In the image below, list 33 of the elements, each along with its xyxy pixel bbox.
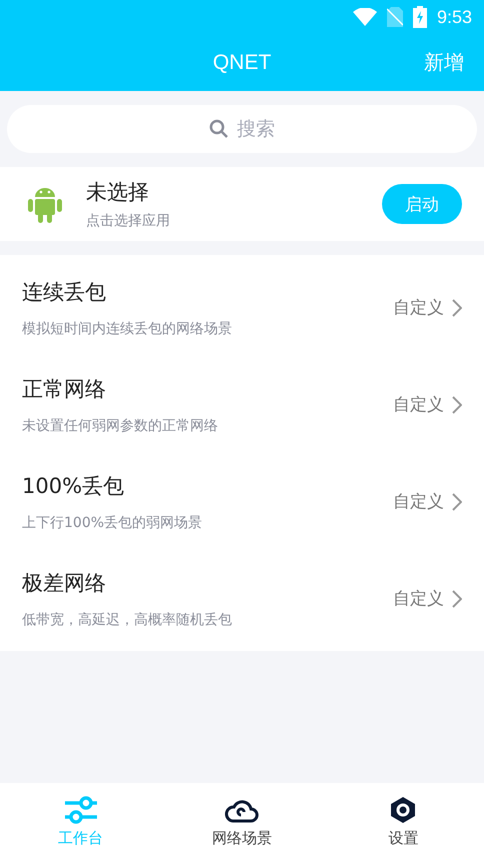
custom-label: 自定义 [393,491,444,513]
battery-charging-icon [412,6,427,28]
search-icon [209,119,229,139]
custom-label: 自定义 [393,588,444,610]
nav-tab[interactable]: 网络场景 [161,783,323,860]
scene-title: 极差网络 [22,570,107,596]
scene-row[interactable]: 100%丢包 上下行100%丢包的弱网场景 自定义 [0,453,484,550]
wifi-icon [352,8,377,26]
custom-label: 自定义 [393,394,444,416]
scene-title: 100%丢包 [22,472,126,500]
chevron-right-icon [452,492,462,510]
scene-row[interactable]: 极差网络 低带宽，高延迟，高概率随机丢包 自定义 [0,550,484,647]
android-icon [28,185,62,223]
scene-title: 正常网络 [22,376,107,402]
scene-row[interactable]: 正常网络 未设置任何弱网参数的正常网络 自定义 [0,356,484,453]
search-placeholder: 搜索 [237,117,275,142]
sliders-icon [64,795,98,825]
status-time: 9:53 [436,6,472,28]
chevron-right-icon [452,298,462,316]
scene-description: 未设置任何弱网参数的正常网络 [22,416,219,434]
scene-row[interactable]: 连续丢包 模拟短时间内连续丢包的网络场景 自定义 [0,259,484,356]
app-hint: 点击选择应用 [86,212,171,230]
scene-description: 模拟短时间内连续丢包的网络场景 [22,320,233,338]
app-title: QNET [212,50,272,74]
scene-title: 连续丢包 [22,278,107,306]
app-name: 未选择 [86,179,150,206]
chevron-right-icon [452,590,462,608]
scene-description: 上下行100%丢包的弱网场景 [22,514,204,532]
scene-description: 低带宽，高延迟，高概率随机丢包 [22,610,233,628]
custom-label: 自定义 [393,297,444,319]
nav-tab[interactable]: 设置 [322,783,484,860]
chevron-right-icon [452,396,462,414]
no-sim-icon [386,7,403,27]
